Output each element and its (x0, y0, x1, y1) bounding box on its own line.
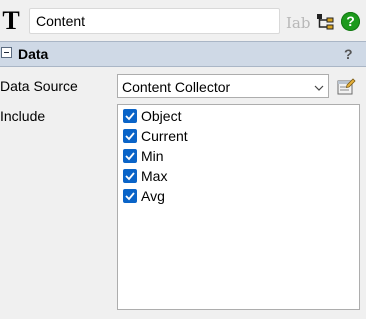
data-source-value: Content Collector (122, 79, 231, 95)
include-item-object[interactable]: Object (123, 106, 181, 126)
include-list[interactable]: Object Current Min Max Avg (117, 104, 360, 310)
include-item-max[interactable]: Max (123, 166, 167, 186)
include-item-min[interactable]: Min (123, 146, 164, 166)
data-source-dropdown[interactable]: Content Collector (117, 74, 329, 98)
edit-data-source-icon[interactable] (336, 76, 356, 96)
tree-icon[interactable] (315, 12, 335, 32)
include-item-current[interactable]: Current (123, 126, 188, 146)
checkbox-checked-icon[interactable] (123, 169, 137, 183)
include-item-label: Min (141, 148, 164, 164)
checkbox-checked-icon[interactable] (123, 109, 137, 123)
collapse-icon[interactable] (1, 47, 12, 58)
data-source-label: Data Source (0, 78, 78, 94)
include-item-label: Max (141, 168, 168, 184)
checkbox-checked-icon[interactable] (123, 149, 137, 163)
section-title: Data (18, 46, 49, 62)
include-item-label: Object (141, 108, 182, 124)
checkbox-checked-icon[interactable] (123, 129, 137, 143)
include-label: Include (0, 108, 46, 124)
text-type-icon: T (2, 6, 20, 35)
section-help-icon[interactable]: ? (344, 44, 356, 64)
checkbox-checked-icon[interactable] (123, 189, 137, 203)
chevron-down-icon (314, 80, 324, 91)
help-icon[interactable]: ? (341, 12, 360, 31)
section-header (0, 41, 366, 67)
include-item-label: Avg (141, 188, 165, 204)
include-item-label: Current (141, 128, 188, 144)
name-input[interactable] (29, 8, 280, 34)
label-icon[interactable]: Iab (286, 12, 310, 34)
include-item-avg[interactable]: Avg (123, 186, 165, 206)
